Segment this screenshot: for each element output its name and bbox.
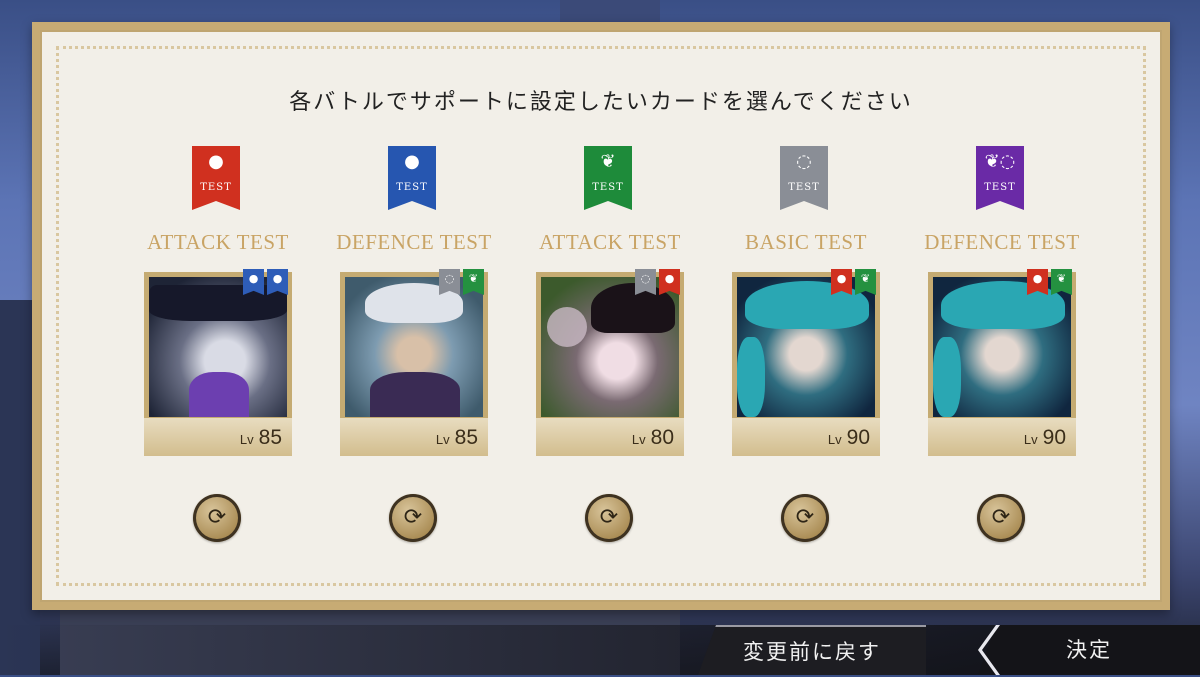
level-value: 90 [846,426,870,449]
level-prefix: Lv [239,432,254,447]
support-card[interactable]: ◌ ● Lv 80 [536,269,684,456]
level-bar: Lv 80 [536,418,684,456]
swap-arrows-icon: ⟳ [207,504,227,529]
card-portrait [933,277,1071,417]
leaf-icon: ❦ [1051,269,1072,295]
water-icon: ● [404,151,420,172]
card-portrait [737,277,875,417]
revert-label: 変更前に戻す [743,640,881,664]
support-card[interactable]: ● ❦ Lv 90 [732,269,880,456]
portrait-smoke-shape [547,307,587,347]
test-name: DEFENCE TEST [336,230,492,254]
support-card[interactable]: ◌ ❦ Lv 85 [340,269,488,456]
banner-text: TEST [592,182,624,193]
swap-arrows-icon: ⟳ [795,504,815,529]
test-banner: ● TEST [192,146,240,210]
level-prefix: Lv [827,432,842,447]
level-bar: Lv 90 [928,418,1076,456]
card-portrait [541,277,679,417]
test-name: ATTACK TEST [539,230,681,254]
test-banner: ● TEST [388,146,436,210]
level-prefix: Lv [435,432,450,447]
level-bar: Lv 90 [732,418,880,456]
card-level: Lv 80 [632,426,674,450]
water-icon: ● [267,269,288,295]
banner-text: TEST [984,182,1016,193]
level-prefix: Lv [1023,432,1038,447]
flame-icon: ● [208,151,224,172]
portrait-hair-side-shape [737,337,765,417]
card-attribute-badges: ◌ ❦ [439,269,484,295]
water-icon: ● [243,269,264,295]
card-portrait [345,277,483,417]
level-bar: Lv 85 [144,418,292,456]
level-bar: Lv 85 [340,418,488,456]
flame-icon: ● [831,269,852,295]
test-name: DEFENCE TEST [924,230,1080,254]
test-name: ATTACK TEST [147,230,289,254]
selection-panel: 各バトルでサポートに設定したいカードを選んでください ● TEST ATTACK… [32,22,1170,610]
level-value: 85 [454,426,478,449]
swap-card-button[interactable]: ⟳ [977,494,1025,542]
panel-body: 各バトルでサポートに設定したいカードを選んでください ● TEST ATTACK… [40,30,1162,602]
level-value: 80 [650,426,674,449]
revert-changes-button[interactable]: 変更前に戻す [698,625,926,675]
multi-attribute-icon: ❦◌ [984,151,1016,172]
test-banner: ◌ TEST [780,146,828,210]
swap-arrows-icon: ⟳ [403,504,423,529]
level-value: 85 [258,426,282,449]
cosmic-icon: ◌ [635,269,656,295]
instruction-title: 各バトルでサポートに設定したいカードを選んでください [289,90,913,115]
flame-icon: ● [1027,269,1048,295]
level-value: 90 [1042,426,1066,449]
test-banner: ❦ TEST [584,146,632,210]
banner-text: TEST [396,182,428,193]
swap-arrows-icon: ⟳ [991,504,1011,529]
cosmic-icon: ◌ [439,269,460,295]
banner-text: TEST [788,182,820,193]
leaf-icon: ❦ [600,151,616,172]
card-level: Lv 85 [240,426,282,450]
leaf-icon: ❦ [463,269,484,295]
swap-card-button[interactable]: ⟳ [585,494,633,542]
card-level: Lv 85 [436,426,478,450]
swap-card-button[interactable]: ⟳ [193,494,241,542]
test-banner: ❦◌ TEST [976,146,1024,210]
card-portrait [149,277,287,417]
cosmic-icon: ◌ [796,151,812,172]
portrait-jacket-shape [370,372,460,417]
card-level: Lv 90 [828,426,870,450]
card-attribute-badges: ● ❦ [1027,269,1072,295]
level-prefix: Lv [631,432,646,447]
support-card[interactable]: ● ● Lv 85 [144,269,292,456]
card-attribute-badges: ● ● [243,269,288,295]
support-card[interactable]: ● ❦ Lv 90 [928,269,1076,456]
confirm-label: 決定 [1066,638,1112,662]
portrait-collar-shape [189,372,249,417]
card-attribute-badges: ◌ ● [635,269,680,295]
confirm-button[interactable]: 決定 [978,625,1200,675]
test-name: BASIC TEST [745,230,867,254]
card-level: Lv 90 [1024,426,1066,450]
banner-text: TEST [200,182,232,193]
swap-card-button[interactable]: ⟳ [389,494,437,542]
swap-arrows-icon: ⟳ [599,504,619,529]
leaf-icon: ❦ [855,269,876,295]
portrait-hair-side-shape [933,337,961,417]
card-attribute-badges: ● ❦ [831,269,876,295]
flame-icon: ● [659,269,680,295]
swap-card-button[interactable]: ⟳ [781,494,829,542]
